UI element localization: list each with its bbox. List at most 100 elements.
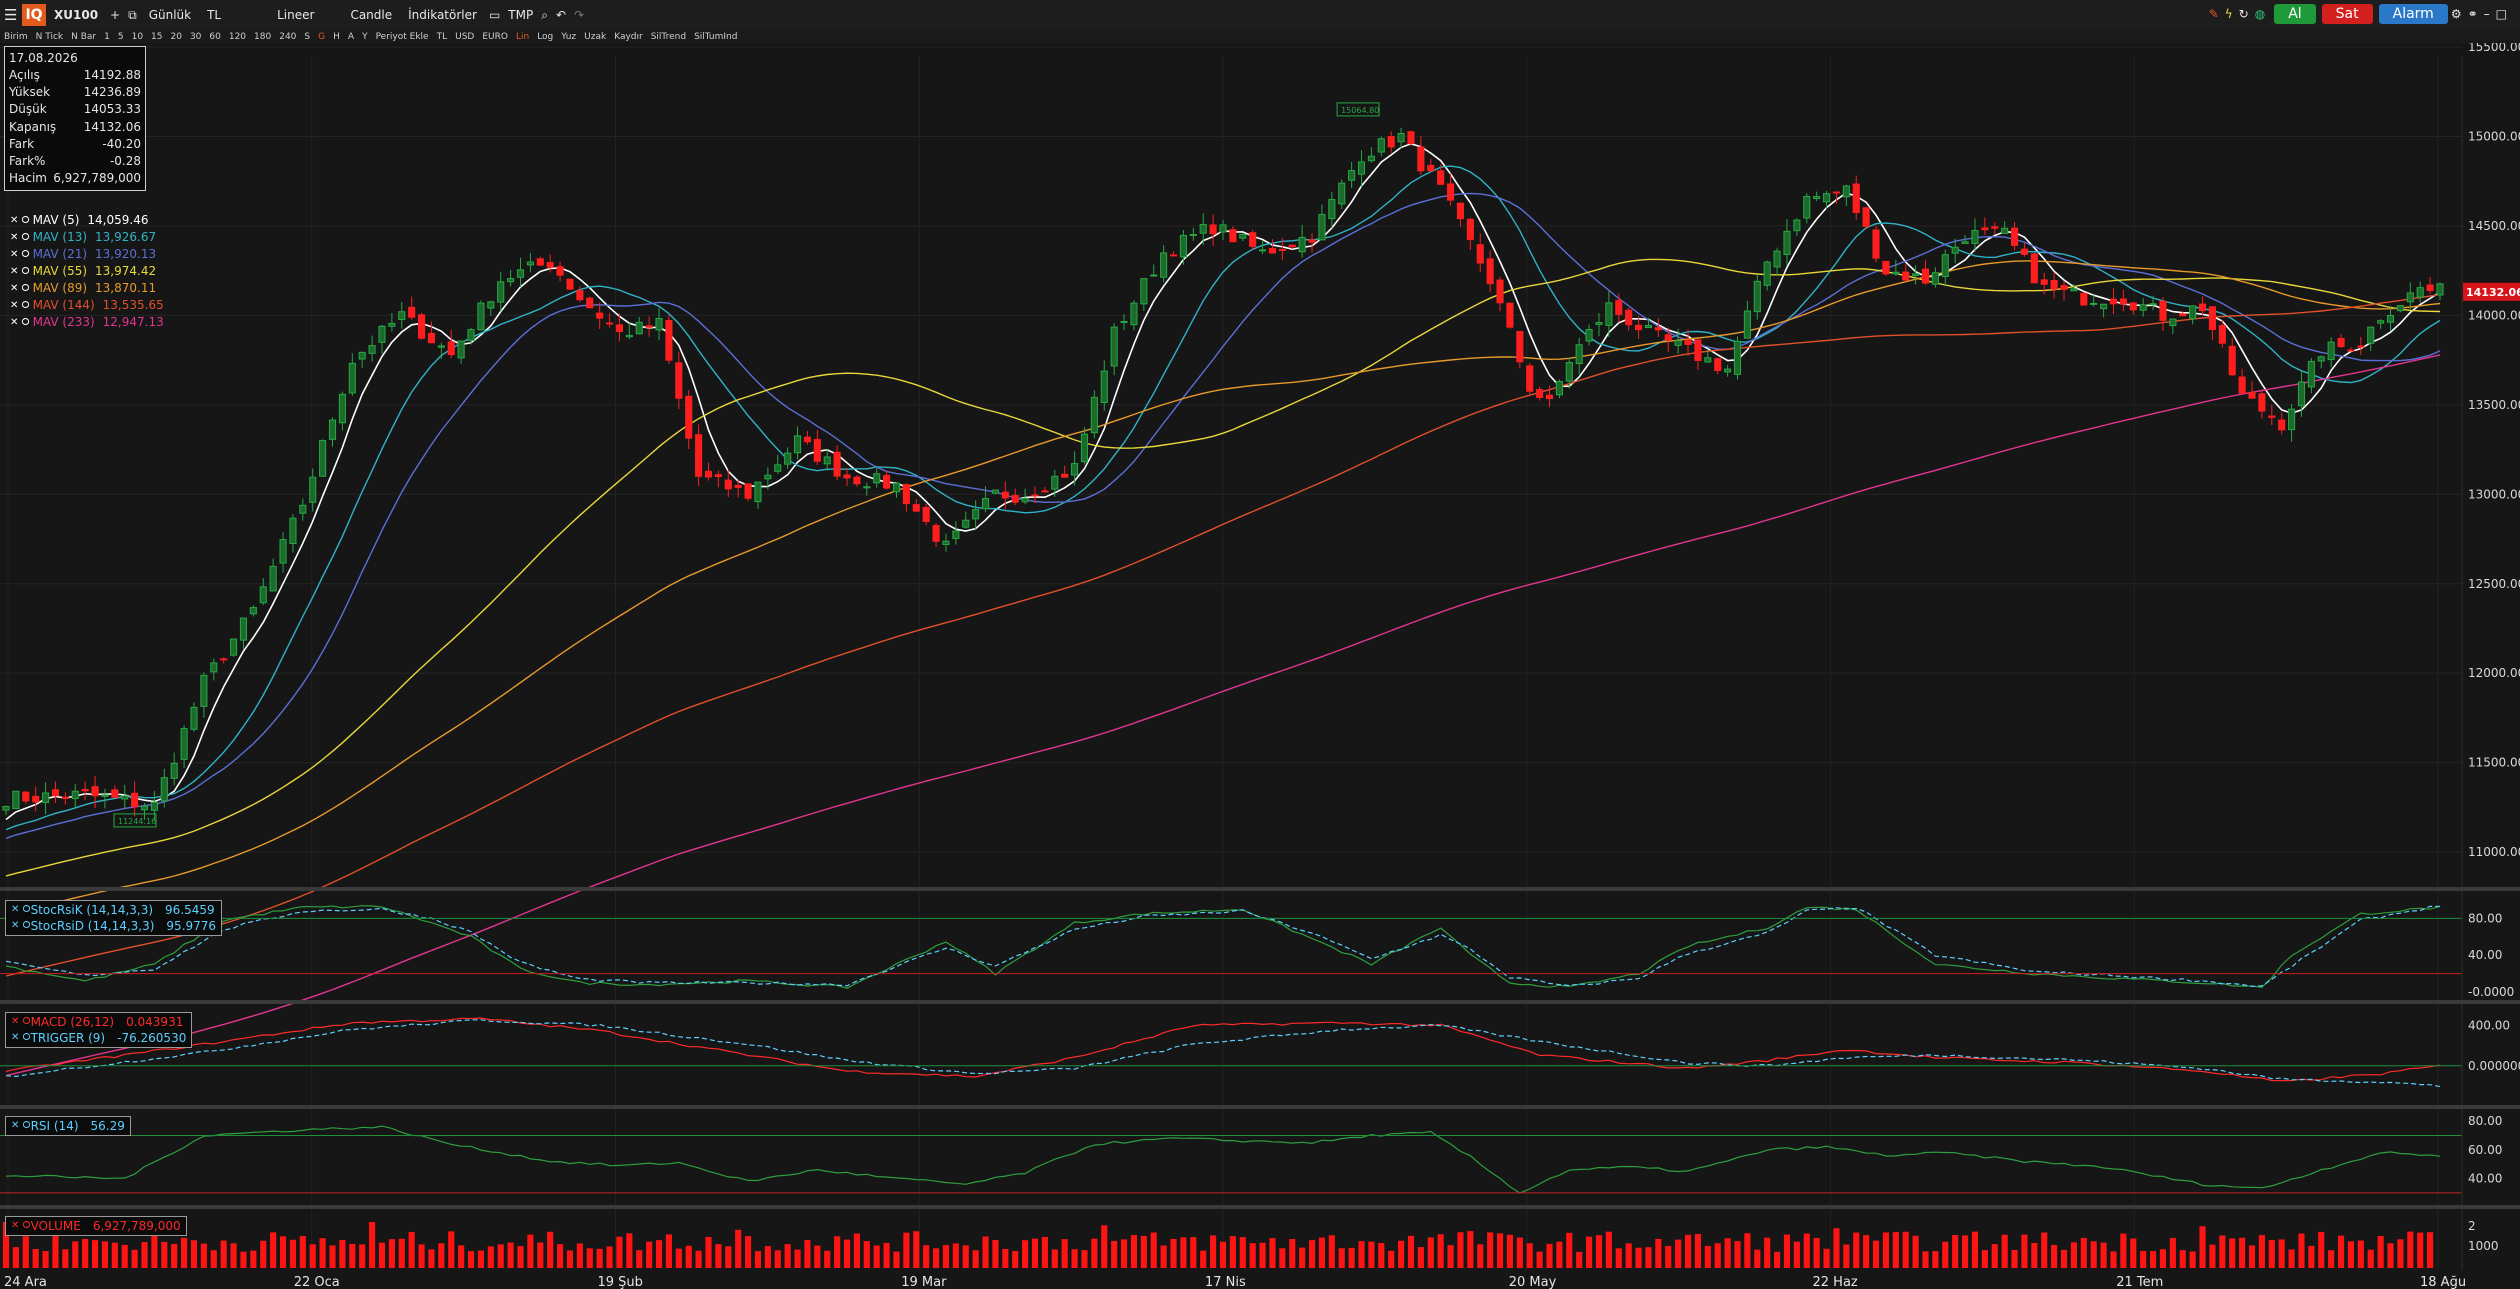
macd-legend: ✕ ⭘ MACD (26,12) 0.043931 ✕ ⭘ TRIGGER (9) -76…	[5, 1012, 193, 1048]
subbar-item[interactable]: Birim	[0, 32, 32, 42]
remove-indicator-icon[interactable]: ✕ ⭘	[10, 297, 30, 314]
remove-indicator-icon[interactable]: ✕ ⭘	[10, 246, 30, 263]
candle-body	[2278, 419, 2286, 431]
volume-bar	[388, 1239, 395, 1268]
globe-icon[interactable]: ◍	[2252, 7, 2268, 21]
pen-icon[interactable]: ✎	[2206, 7, 2222, 21]
folder-icon[interactable]: ▭	[485, 8, 504, 22]
candle-body	[71, 790, 79, 800]
redo-icon[interactable]: ↷	[570, 8, 588, 22]
remove-indicator-icon[interactable]: ✕ ⭘	[10, 212, 30, 229]
subbar-item[interactable]: 10	[128, 32, 147, 42]
remove-indicator-icon[interactable]: ✕ ⭘	[10, 280, 30, 297]
candle-body	[2050, 280, 2058, 290]
remove-indicator-icon[interactable]: ✕ ⭘	[10, 229, 30, 246]
subbar-item[interactable]: TL	[433, 32, 452, 42]
subbar-item[interactable]: A	[344, 32, 358, 42]
add-symbol-button[interactable]: +	[106, 8, 124, 22]
volume-bar	[2308, 1245, 2315, 1268]
symbol-label[interactable]: XU100	[46, 8, 106, 22]
subbar-item[interactable]: SilTumInd	[690, 32, 741, 42]
link-icon[interactable]: ⚭	[2465, 7, 2481, 21]
maximize-icon[interactable]: □	[2493, 7, 2510, 21]
legend-name: StocRsiK (14,14,3,3)	[30, 903, 154, 917]
external-link-icon[interactable]: ⧉	[124, 8, 141, 23]
currency-selector[interactable]: TL	[199, 8, 229, 22]
buy-button[interactable]: Al	[2274, 4, 2316, 24]
indicators-menu[interactable]: İndikatörler	[400, 8, 485, 22]
candle-body	[1872, 229, 1880, 259]
subbar-item[interactable]: Yuz	[557, 32, 580, 42]
legend-value: 96.5459	[165, 903, 215, 917]
subbar-item[interactable]: SilTrend	[647, 32, 690, 42]
remove-indicator-icon[interactable]: ✕ ⭘	[11, 1030, 31, 1046]
subbar-item[interactable]: 180	[250, 32, 275, 42]
search-icon[interactable]: ⌕	[537, 8, 552, 23]
refresh-icon[interactable]: ↻	[2236, 7, 2252, 21]
minimize-icon[interactable]: –	[2481, 7, 2493, 21]
subbar-item[interactable]: Y	[358, 32, 372, 42]
candle-body	[754, 481, 762, 503]
subbar-item[interactable]: 20	[167, 32, 186, 42]
chart-area[interactable]: 15064.80 11244.16 24 Ara 22 Oca 19 Şub 19 Ma…	[0, 43, 2520, 1289]
candle-body	[813, 439, 821, 462]
subbar-item[interactable]: N Bar	[67, 32, 100, 42]
subbar-item[interactable]: 15	[147, 32, 166, 42]
candle-body	[516, 269, 525, 278]
remove-indicator-icon[interactable]: ✕ ⭘	[11, 1014, 31, 1030]
candle-body	[111, 789, 119, 798]
subbar-item[interactable]: 240	[275, 32, 300, 42]
volume-bar	[1981, 1250, 1988, 1268]
candle-body	[1842, 185, 1850, 198]
candle-body	[1654, 327, 1662, 331]
remove-indicator-icon[interactable]: ✕ ⭘	[11, 1118, 31, 1134]
period-selector[interactable]: Günlük	[141, 8, 199, 22]
subbar-item[interactable]: H	[329, 32, 344, 42]
subbar-item[interactable]: N Tick	[32, 32, 67, 42]
candle-body	[1822, 193, 1831, 203]
chart-type-selector[interactable]: Candle	[342, 8, 400, 22]
candle-body	[457, 340, 465, 359]
subbar-item[interactable]: Log	[533, 32, 557, 42]
lightning-icon[interactable]: ϟ	[2222, 7, 2236, 21]
high-marker: 15064.80	[1341, 106, 1379, 115]
candle-body	[487, 301, 495, 309]
subbar-item[interactable]: 5	[114, 32, 128, 42]
subbar-item[interactable]: Periyot Ekle	[372, 32, 433, 42]
remove-indicator-icon[interactable]: ✕ ⭘	[11, 902, 31, 918]
settings-icon[interactable]: ⚙	[2448, 7, 2465, 21]
subbar-item[interactable]: 1	[100, 32, 114, 42]
alarm-button[interactable]: Alarm	[2378, 4, 2448, 24]
template-button[interactable]: TMP	[504, 8, 537, 22]
remove-indicator-icon[interactable]: ✕ ⭘	[11, 918, 31, 934]
info-value: 14236.89	[83, 85, 141, 100]
candle-body	[1199, 224, 1207, 234]
menu-icon[interactable]: ☰	[0, 6, 17, 24]
candle-body	[1961, 241, 1969, 244]
legend-name: MAV (21)	[32, 247, 88, 261]
subbar-item[interactable]: Uzak	[580, 32, 610, 42]
info-label: Düşük	[9, 102, 47, 117]
subbar-item[interactable]: Lin	[512, 32, 533, 42]
undo-icon[interactable]: ↶	[552, 8, 570, 22]
scale-selector[interactable]: Lineer	[269, 8, 322, 22]
volume-bar	[1516, 1237, 1523, 1268]
subbar-item[interactable]: USD	[451, 32, 478, 42]
subbar-item[interactable]: 120	[225, 32, 250, 42]
subbar-item[interactable]: S	[300, 32, 314, 42]
volume-bar	[1160, 1245, 1167, 1268]
subbar-item[interactable]: 30	[186, 32, 205, 42]
subbar-item[interactable]: G	[314, 32, 329, 42]
volume-bar	[972, 1250, 979, 1268]
candle-body	[1466, 218, 1474, 241]
sell-button[interactable]: Sat	[2321, 4, 2373, 24]
candle-body	[1447, 183, 1455, 201]
subbar-item[interactable]: Kaydır	[610, 32, 647, 42]
subbar-item[interactable]: EURO	[478, 32, 512, 42]
candle-body	[1793, 219, 1801, 232]
info-row: Fark% -0.28	[9, 153, 141, 170]
remove-indicator-icon[interactable]: ✕ ⭘	[11, 1218, 31, 1234]
remove-indicator-icon[interactable]: ✕ ⭘	[10, 263, 30, 280]
remove-indicator-icon[interactable]: ✕ ⭘	[10, 314, 30, 331]
subbar-item[interactable]: 60	[205, 32, 224, 42]
